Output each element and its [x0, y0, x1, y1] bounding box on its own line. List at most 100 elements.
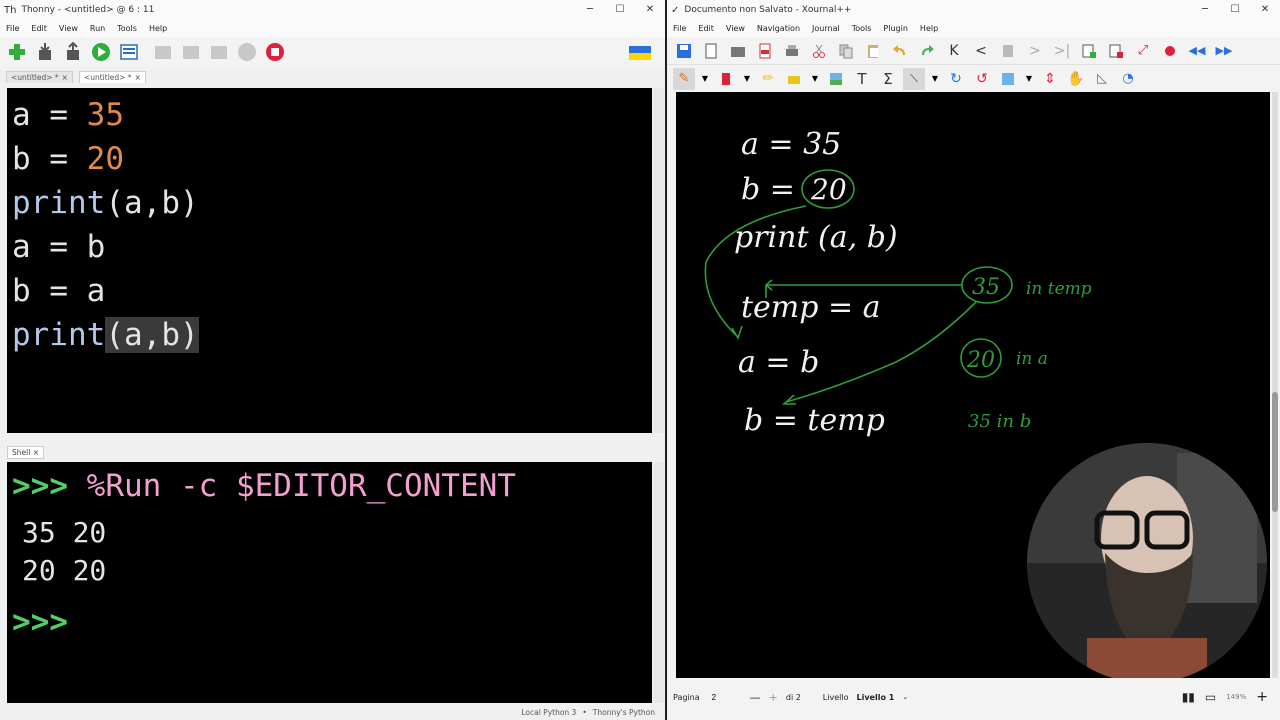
select-dropdown[interactable]: ▼	[809, 68, 821, 90]
tab-close-icon[interactable]: ×	[62, 73, 68, 82]
cut-button[interactable]	[808, 40, 830, 62]
menu-navigation[interactable]: Navigation	[757, 24, 800, 33]
image-tool-button[interactable]	[825, 68, 847, 90]
step-into-button[interactable]	[180, 41, 202, 63]
open-file-button[interactable]	[34, 41, 56, 63]
rectangle-select-button[interactable]	[997, 68, 1019, 90]
highlighter-tool-button[interactable]: ✏	[757, 68, 779, 90]
presentation-icon[interactable]: ▭	[1205, 690, 1216, 704]
shell-tab-close-icon[interactable]: ×	[33, 448, 39, 457]
maximize-button[interactable]: ☐	[605, 0, 635, 20]
menu-tools[interactable]: Tools	[117, 24, 137, 33]
menu-tools[interactable]: Tools	[852, 24, 872, 33]
new-file-button[interactable]	[6, 41, 28, 63]
python-label[interactable]: Thonny's Python	[593, 708, 655, 717]
rectangle-dropdown[interactable]: ▼	[1023, 68, 1035, 90]
tab-shell[interactable]: Shell ×	[7, 446, 44, 459]
eraser-tool-button[interactable]	[715, 68, 737, 90]
menu-edit[interactable]: Edit	[698, 24, 714, 33]
paste-button[interactable]	[862, 40, 884, 62]
pen-dropdown[interactable]: ▼	[699, 68, 711, 90]
insert-page-button[interactable]	[1078, 40, 1100, 62]
interpreter-label[interactable]: Local Python 3	[521, 708, 576, 717]
undo-button[interactable]	[889, 40, 911, 62]
menu-plugin[interactable]: Plugin	[883, 24, 908, 33]
text-tool-button[interactable]: T	[851, 68, 873, 90]
compass-button[interactable]: ◔	[1117, 68, 1139, 90]
layer-select[interactable]: Livello 1	[856, 693, 894, 702]
menu-file[interactable]: File	[6, 24, 19, 33]
new-page-button[interactable]	[700, 40, 722, 62]
latex-tool-button[interactable]: Σ	[877, 68, 899, 90]
menu-view[interactable]: View	[59, 24, 78, 33]
goto-page-button[interactable]	[997, 40, 1019, 62]
menu-run[interactable]: Run	[90, 24, 105, 33]
copy-button[interactable]	[835, 40, 857, 62]
close-button[interactable]: ✕	[1250, 0, 1280, 20]
delete-page-button[interactable]	[1105, 40, 1127, 62]
next-page-button[interactable]: >	[1024, 40, 1046, 62]
record-button[interactable]	[1159, 40, 1181, 62]
page-decrement-button[interactable]: —	[750, 691, 761, 704]
tab-untitled-1[interactable]: <untitled> * ×	[6, 71, 73, 83]
canvas-scrollbar[interactable]	[1272, 92, 1278, 678]
print-button[interactable]	[781, 40, 803, 62]
export-pdf-button[interactable]	[754, 40, 776, 62]
zoom-slider[interactable]: 149%	[1226, 693, 1246, 701]
shell-prompt[interactable]: >>>	[12, 604, 68, 640]
pen-tool-button[interactable]: ✎	[673, 67, 695, 90]
editor-scrollbar[interactable]	[654, 88, 664, 433]
save-button[interactable]	[673, 40, 695, 62]
playback-button[interactable]: ◀◀	[1186, 40, 1208, 62]
first-page-button[interactable]: K	[943, 40, 965, 62]
rotation-snap-button[interactable]: ↻	[945, 68, 967, 90]
two-pages-icon[interactable]: ▮▮	[1182, 690, 1195, 704]
hand-tool-button[interactable]: ✋	[1065, 68, 1087, 90]
minimize-button[interactable]: ─	[1190, 0, 1220, 20]
tab-close-icon[interactable]: ×	[135, 73, 141, 82]
note-35-in-b: 35 in b	[968, 411, 1031, 432]
tab-untitled-2[interactable]: <untitled> * ×	[78, 71, 146, 83]
menu-view[interactable]: View	[726, 24, 745, 33]
grid-snap-button[interactable]: ↺	[971, 68, 993, 90]
menu-help[interactable]: Help	[920, 24, 938, 33]
forward-button[interactable]: ▶▶	[1213, 40, 1235, 62]
shape-dropdown[interactable]: ▼	[929, 68, 941, 90]
setsquare-button[interactable]: ◺	[1091, 68, 1113, 90]
maximize-button[interactable]: ☐	[1220, 0, 1250, 20]
pen-icon: ✎	[678, 71, 690, 86]
minimize-button[interactable]: ─	[575, 0, 605, 20]
step-out-button[interactable]	[208, 41, 230, 63]
layer-dropdown-icon[interactable]: ⌄	[902, 693, 908, 701]
last-page-button[interactable]: >|	[1051, 40, 1073, 62]
previous-page-button[interactable]: <	[970, 40, 992, 62]
eraser-dropdown[interactable]: ▼	[741, 68, 753, 90]
menu-file[interactable]: File	[673, 24, 686, 33]
page-increment-button[interactable]: +	[769, 691, 778, 704]
stop-button[interactable]	[264, 41, 286, 63]
zoom-in-icon[interactable]: +	[1256, 689, 1268, 705]
select-tool-button[interactable]	[783, 68, 805, 90]
step-over-button[interactable]	[152, 41, 174, 63]
debug-button[interactable]	[118, 41, 140, 63]
menu-edit[interactable]: Edit	[31, 24, 47, 33]
resume-button[interactable]	[236, 41, 258, 63]
close-button[interactable]: ✕	[635, 0, 665, 20]
page-number-input[interactable]	[707, 689, 742, 705]
drawing-canvas[interactable]: a = 35 b = 20 print (a, b) temp = a a = …	[676, 92, 1270, 678]
redo-button[interactable]	[916, 40, 938, 62]
shape-tool-button[interactable]: ⟍	[903, 67, 925, 90]
shell-panel[interactable]: >>> %Run -c $EDITOR_CONTENT 35 20 20 20 …	[7, 462, 652, 703]
code-editor[interactable]: a = 35 b = 20 print(a,b) a = b b = a pri…	[7, 88, 652, 433]
shell-scrollbar[interactable]	[654, 462, 664, 703]
note-in-temp: in temp	[1026, 279, 1092, 299]
menu-help[interactable]: Help	[149, 24, 167, 33]
menu-journal[interactable]: Journal	[812, 24, 840, 33]
save-file-button[interactable]	[62, 41, 84, 63]
stop-icon	[266, 43, 284, 61]
vertical-space-button[interactable]: ⇕	[1039, 68, 1061, 90]
run-button[interactable]	[90, 41, 112, 63]
fullscreen-button[interactable]: ⤢	[1132, 40, 1154, 62]
open-button[interactable]	[727, 40, 749, 62]
scrollbar-thumb[interactable]	[1272, 392, 1278, 512]
